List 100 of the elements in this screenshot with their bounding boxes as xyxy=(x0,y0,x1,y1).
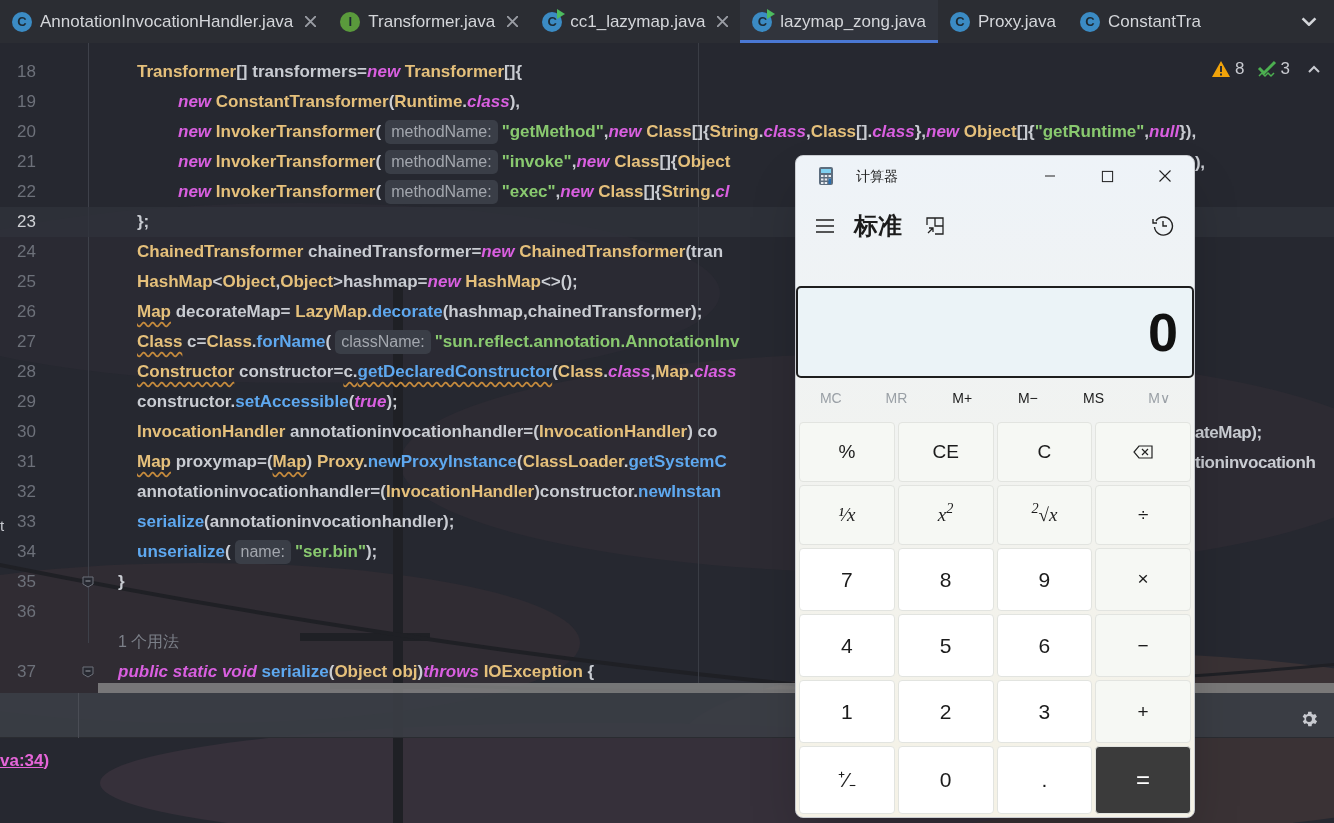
operator-key[interactable]: % xyxy=(799,422,895,483)
line-number: 20 xyxy=(17,121,36,144)
line-number: 32 xyxy=(17,481,36,504)
line-number: 29 xyxy=(17,391,36,414)
code-text: Map decorateMap= LazyMap.decorate(hashmap,chainedTransformer); xyxy=(137,301,703,324)
code-text: ChainedTransformer chainedTransformer=new ChainedTransformer(tran xyxy=(137,241,724,264)
code-text: "invoke",new Class[]{Object xyxy=(501,151,731,174)
number-key[interactable]: . xyxy=(996,746,1093,814)
number-key[interactable]: 0 xyxy=(897,746,994,814)
parameter-hint: methodName: xyxy=(385,120,498,144)
code-text: new InvokerTransformer( xyxy=(178,151,382,174)
equals-key[interactable]: = xyxy=(1095,746,1191,814)
weak-warning-count[interactable]: 3 xyxy=(1280,56,1290,82)
menu-icon[interactable] xyxy=(815,218,835,234)
operator-key[interactable]: ¹⁄x xyxy=(799,485,895,546)
number-key[interactable]: 7 xyxy=(799,548,895,612)
line-number: 24 xyxy=(17,241,36,264)
editor-tab[interactable]: C lazymap_zong.java xyxy=(740,0,938,43)
display-field: 0 xyxy=(796,286,1194,378)
file-type-icon: I xyxy=(340,11,361,32)
line-number: 34 xyxy=(17,541,36,564)
console-text: ) xyxy=(43,750,50,772)
operator-key[interactable]: CE xyxy=(897,422,994,483)
operator-key[interactable]: x$^{2}$ xyxy=(897,485,994,546)
fold-icon[interactable] xyxy=(82,666,94,678)
code-text: new InvokerTransformer( xyxy=(178,121,382,144)
code-text: unserialize( xyxy=(137,541,231,564)
editor-tab[interactable]: C ConstantTra xyxy=(1068,0,1213,43)
number-key[interactable]: 8 xyxy=(897,548,994,612)
code-text: ), xyxy=(1195,152,1205,174)
line-number: 23 xyxy=(17,211,36,234)
line-number: 25 xyxy=(17,271,36,294)
mode-title: 标准 xyxy=(854,211,902,241)
code-text: HashMap<Object,Object>hashmap=new HashMap<>(); xyxy=(137,271,578,294)
file-type-icon: C xyxy=(752,11,773,32)
code-text: tioninvocationh xyxy=(1195,452,1316,474)
code-text: serialize(annotationinvocationhandler); xyxy=(137,511,455,534)
line-number: 33 xyxy=(17,511,36,534)
number-key[interactable]: 5 xyxy=(897,614,994,678)
operator-key[interactable]: × xyxy=(1095,548,1191,612)
memory-button[interactable]: MS xyxy=(1060,387,1127,409)
warning-count[interactable]: 8 xyxy=(1235,56,1245,82)
history-icon[interactable] xyxy=(1152,215,1174,237)
number-key[interactable]: 2 xyxy=(897,680,994,744)
line-number: 36 xyxy=(17,601,36,624)
maximize-icon[interactable] xyxy=(1101,169,1114,183)
line-number: 28 xyxy=(17,361,36,384)
code-text: Map proxymap=(Map) Proxy.newProxyInstance(ClassLoader.getSystemC xyxy=(137,451,727,474)
number-key[interactable]: 6 xyxy=(996,614,1093,678)
code-text: }; xyxy=(137,211,150,234)
number-key[interactable]: 9 xyxy=(996,548,1093,612)
close-icon[interactable] xyxy=(1158,169,1172,183)
chevron-down-icon xyxy=(1300,17,1317,26)
code-text: constructor.setAccessible(true); xyxy=(137,391,398,414)
memory-button[interactable]: M+ xyxy=(929,387,995,409)
editor-tab[interactable]: I Transformer.java xyxy=(328,0,531,43)
code-text: "exec",new Class[]{String.cl xyxy=(501,181,730,204)
operator-key[interactable]: − xyxy=(1095,614,1191,678)
editor-tab[interactable]: C AnnotationInvocationHandler.java xyxy=(0,0,329,43)
window-title: 计算器 xyxy=(856,166,898,186)
number-key[interactable]: 3 xyxy=(996,680,1093,744)
code-text: Class c=Class.forName( xyxy=(137,331,332,354)
backspace-icon xyxy=(1133,445,1154,460)
file-type-icon: C xyxy=(1080,11,1100,32)
panel-edge-text: t xyxy=(0,518,5,533)
operator-key[interactable]: ÷ xyxy=(1095,485,1191,546)
check-icon[interactable] xyxy=(1256,59,1277,78)
parameter-hint: methodName: xyxy=(385,150,498,174)
operator-key[interactable]: $^{2}$√x xyxy=(996,485,1093,546)
code-text: InvocationHandler annotationinvocationhandler=(InvocationHandler) co xyxy=(137,421,718,444)
memory-button[interactable]: M− xyxy=(995,387,1061,409)
code-text: new ConstantTransformer(Runtime.class), xyxy=(178,91,520,114)
code-text: public static void serialize(Object obj)throws IOException { xyxy=(118,661,595,683)
parameter-hint: className: xyxy=(335,330,431,354)
file-type-icon: C xyxy=(949,11,970,32)
code-text: } xyxy=(118,571,125,594)
line-number: 35 xyxy=(17,571,36,594)
keep-on-top-icon[interactable] xyxy=(925,216,945,236)
editor-tab[interactable]: C Proxy.java xyxy=(937,0,1068,43)
parameter-hint: name: xyxy=(234,540,291,564)
usage-hint[interactable]: 1 个用法 xyxy=(118,630,180,654)
number-key[interactable]: 4 xyxy=(799,614,895,678)
source-link[interactable]: va:34 xyxy=(0,748,44,774)
operator-key[interactable]: C xyxy=(996,422,1093,483)
number-key[interactable]: 1 xyxy=(799,680,895,744)
line-number: 19 xyxy=(17,91,36,114)
code-text: "getMethod",new Class[]{String.class,Class[].class},new Object[]{"getRuntime",null}), xyxy=(501,121,1197,144)
code-text: "sun.reflect.annotation.AnnotationInv xyxy=(434,331,740,354)
code-text: Constructor constructor=c.getDeclaredConstructor(Class.class,Map.class xyxy=(137,361,737,384)
code-text: "ser.bin"); xyxy=(295,541,378,564)
warning-icon[interactable] xyxy=(1211,59,1232,78)
calculator-icon xyxy=(818,166,834,186)
parameter-hint: methodName: xyxy=(385,180,498,204)
line-number: 18 xyxy=(17,61,36,84)
number-key[interactable]: ⁺⁄₋ xyxy=(799,746,895,814)
line-number: 26 xyxy=(17,301,36,324)
operator-key[interactable]: + xyxy=(1095,680,1191,744)
code-text: new InvokerTransformer( xyxy=(178,181,382,204)
editor-tab[interactable]: C cc1_lazymap.java xyxy=(530,0,741,43)
fold-icon[interactable] xyxy=(82,576,94,588)
